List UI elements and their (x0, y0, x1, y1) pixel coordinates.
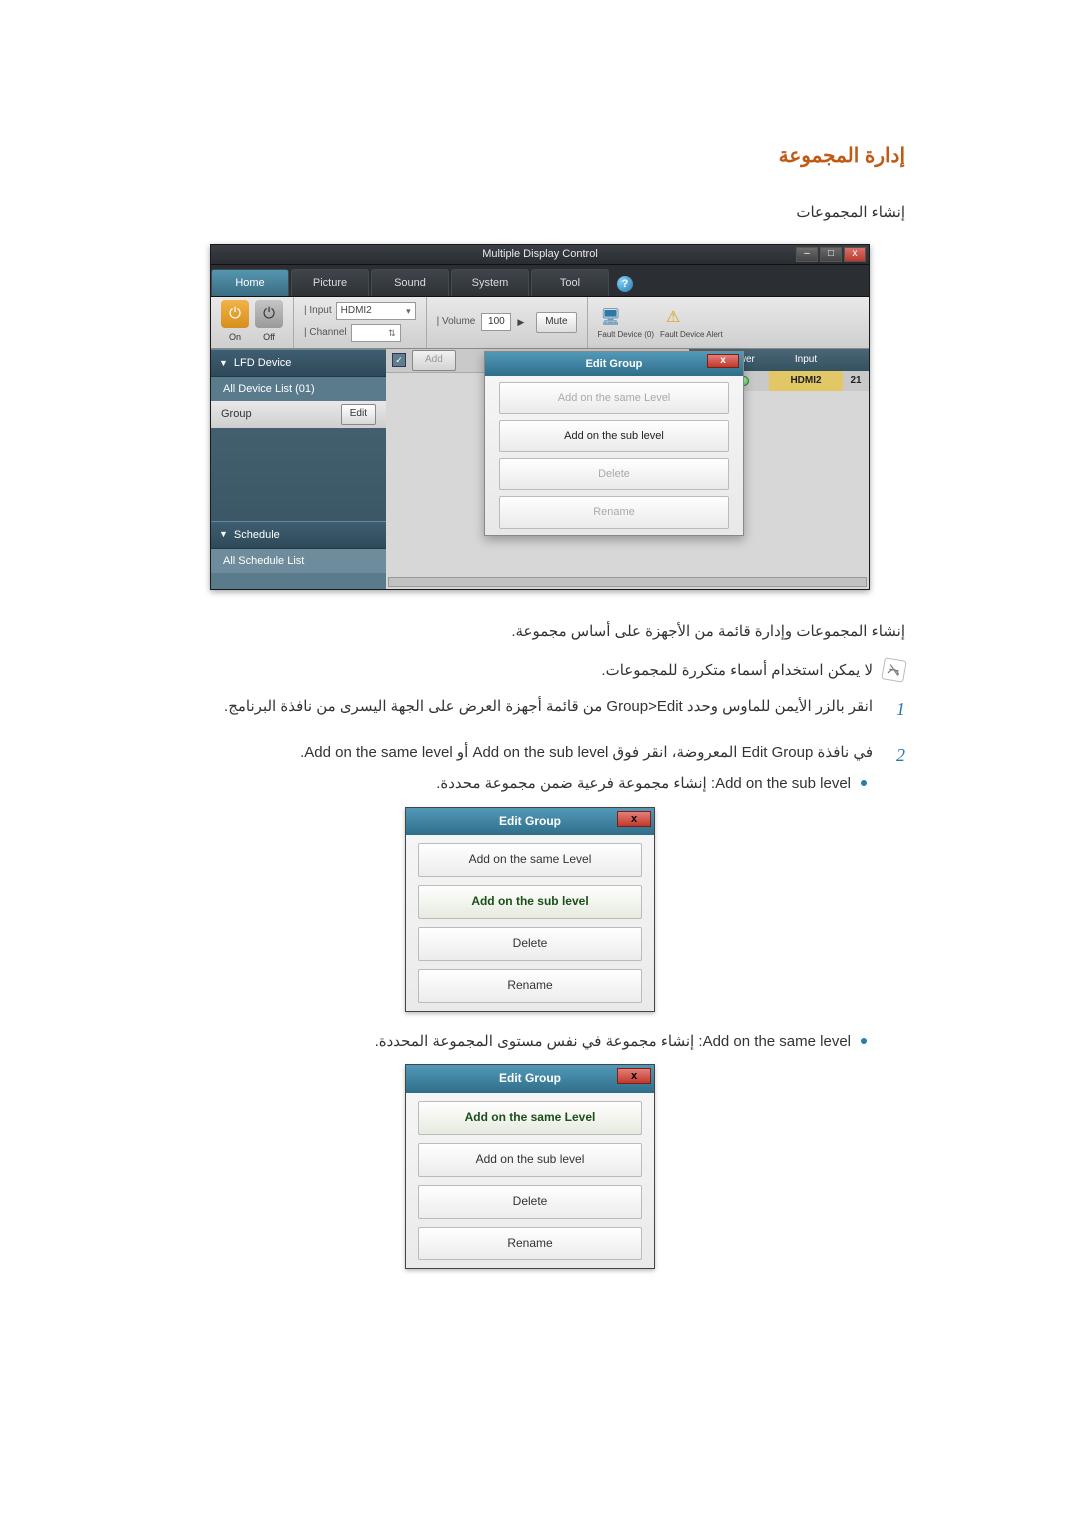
popup-delete[interactable]: Delete (499, 458, 729, 490)
step-number-2: 2 (887, 741, 905, 1287)
note-unique-names: لا يمكن استخدام أسماء متكررة للمجموعات. (175, 659, 905, 684)
mdc-titlebar: Multiple Display Control – □ x (211, 245, 869, 265)
tab-tool[interactable]: Tool (531, 269, 609, 296)
sidebar-lfd-header[interactable]: ▼ LFD Device (211, 349, 386, 377)
fault-device-label: Fault Device (0) (598, 331, 654, 340)
mdc-main: ✓ Add Refresh te ower Input HDMI2 21 (386, 349, 869, 589)
tab-system[interactable]: System (451, 269, 529, 296)
dialog-same-add-sub[interactable]: Add on the sub level (418, 1143, 642, 1177)
volume-label: | Volume (437, 314, 476, 331)
step-2: 2 في نافذة Edit Group المعروضة، انقر فوق… (175, 741, 905, 1287)
grid-cell-input: HDMI2 (769, 371, 843, 391)
add-button[interactable]: Add (412, 350, 456, 371)
note-unique-text: لا يمكن استخدام أسماء متكررة للمجموعات. (601, 659, 873, 684)
dialog-same-delete[interactable]: Delete (418, 1185, 642, 1219)
dialog-same-add-same[interactable]: Add on the same Level (418, 1101, 642, 1135)
mdc-tabs: Home Picture Sound System Tool ? (211, 265, 869, 297)
dialog-same-close-button[interactable]: x (617, 1068, 651, 1084)
popup-add-same-level[interactable]: Add on the same Level (499, 382, 729, 414)
fault-device-icon[interactable]: 🖥 (598, 305, 624, 331)
mdc-body: ▼ LFD Device All Device List (01) Group … (211, 349, 869, 589)
power-on-button[interactable]: ⏻ (221, 300, 249, 328)
edit-group-popup: Edit Group x Add on the same Level Add o… (484, 351, 744, 536)
sidebar-all-device-list[interactable]: All Device List (01) (211, 377, 386, 401)
dialog-sub-rename[interactable]: Rename (418, 969, 642, 1003)
dialog-sub-close-button[interactable]: x (617, 811, 651, 827)
dialog-sub-title: Edit Group x (406, 808, 654, 836)
mdc-window: Multiple Display Control – □ x Home Pict… (210, 244, 870, 590)
bullet-same-text: Add on the same level: إنشاء مجموعة في ن… (375, 1030, 851, 1055)
mute-button[interactable]: Mute (536, 312, 576, 333)
note-icon (881, 657, 906, 682)
window-close-button[interactable]: x (844, 247, 866, 262)
mdc-toolbar: ⏻ On ⏻ Off | Input HDMI2 ▾ | Channel (211, 297, 869, 349)
dialog-same-rename[interactable]: Rename (418, 1227, 642, 1261)
mdc-sidebar: ▼ LFD Device All Device List (01) Group … (211, 349, 386, 589)
tab-picture[interactable]: Picture (291, 269, 369, 296)
bullet-sub-level: Add on the sub level: إنشاء مجموعة فرعية… (175, 772, 873, 797)
fault-alert-label: Fault Device Alert (660, 331, 723, 340)
sidebar-lfd-label: LFD Device (234, 354, 291, 372)
power-off-button[interactable]: ⏻ (255, 300, 283, 328)
power-off-label: Off (255, 330, 283, 345)
steps-list: 1 انقر بالزر الأيمن للماوس وحدد Group>Ed… (175, 695, 905, 1287)
grid-cell-id: 21 (843, 371, 869, 391)
edit-group-dialog-same: Edit Group x Add on the same Level Add o… (405, 1064, 655, 1269)
input-label: | Input (304, 303, 332, 320)
window-minimize-button[interactable]: – (796, 247, 818, 262)
edit-group-dialog-sub: Edit Group x Add on the same Level Add o… (405, 807, 655, 1012)
dialog-sub-add-same[interactable]: Add on the same Level (418, 843, 642, 877)
help-icon[interactable]: ? (617, 276, 633, 292)
bullet-sub-text: Add on the sub level: إنشاء مجموعة فرعية… (436, 772, 851, 797)
channel-label: | Channel (304, 325, 347, 342)
input-select[interactable]: HDMI2 ▾ (336, 302, 416, 320)
chevron-down-icon: ▼ (219, 527, 228, 542)
bullet-same-level: Add on the same level: إنشاء مجموعة في ن… (175, 1030, 873, 1055)
volume-play-icon[interactable]: ▶ (517, 315, 524, 330)
chevron-up-down-icon: ⇅ (388, 326, 396, 341)
mdc-title: Multiple Display Control (215, 245, 865, 263)
page-heading: إدارة المجموعة (175, 140, 905, 173)
tab-home[interactable]: Home (211, 269, 289, 296)
horizontal-scrollbar[interactable] (388, 577, 867, 587)
sidebar-group-edit-button[interactable]: Edit (341, 404, 376, 425)
sidebar-schedule-label: Schedule (234, 526, 280, 544)
bullet-icon (861, 780, 867, 786)
sub-heading-create: إنشاء المجموعات (175, 201, 905, 226)
sidebar-group-row: Group Edit (211, 401, 386, 428)
popup-close-button[interactable]: x (707, 354, 739, 368)
window-maximize-button[interactable]: □ (820, 247, 842, 262)
step-1: 1 انقر بالزر الأيمن للماوس وحدد Group>Ed… (175, 695, 905, 725)
dialog-same-title: Edit Group x (406, 1065, 654, 1093)
step-number-1: 1 (887, 695, 905, 725)
tab-sound[interactable]: Sound (371, 269, 449, 296)
grid-col-input: Input (769, 349, 843, 371)
sidebar-all-schedule-list[interactable]: All Schedule List (211, 549, 386, 573)
power-on-label: On (221, 330, 249, 345)
fault-alert-icon[interactable]: ⚠ (660, 305, 686, 331)
step-1-text: انقر بالزر الأيمن للماوس وحدد Group>Edit… (175, 695, 873, 725)
channel-select[interactable]: ⇅ (351, 324, 401, 342)
edit-group-popup-title: Edit Group x (485, 352, 743, 376)
bullet-icon (861, 1038, 867, 1044)
chevron-down-icon: ▼ (219, 356, 228, 371)
input-select-value: HDMI2 (341, 303, 372, 320)
chevron-down-icon: ▾ (406, 304, 411, 319)
sidebar-schedule-header[interactable]: ▼ Schedule (211, 521, 386, 549)
dialog-sub-delete[interactable]: Delete (418, 927, 642, 961)
volume-value[interactable]: 100 (481, 313, 511, 331)
popup-add-sub-level[interactable]: Add on the sub level (499, 420, 729, 452)
checkbox-icon[interactable]: ✓ (392, 353, 406, 367)
para-create-manage: إنشاء المجموعات وإدارة قائمة من الأجهزة … (175, 620, 905, 645)
sidebar-group-label: Group (221, 405, 252, 423)
step-2-text: في نافذة Edit Group المعروضة، انقر فوق A… (175, 741, 873, 766)
dialog-sub-add-sub[interactable]: Add on the sub level (418, 885, 642, 919)
popup-rename[interactable]: Rename (499, 496, 729, 528)
